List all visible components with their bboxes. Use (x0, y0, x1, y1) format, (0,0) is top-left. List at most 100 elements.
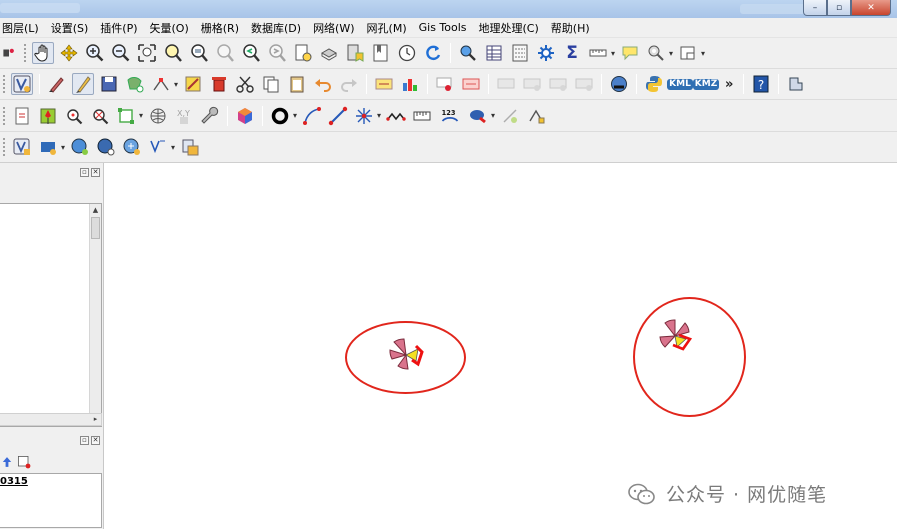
list-item[interactable]: 0315 (0, 474, 101, 487)
toggle-editing-pencil-icon[interactable] (72, 73, 94, 95)
scroll-up-arrow-icon[interactable]: ▲ (90, 204, 101, 216)
layers-horizontal-scrollbar[interactable]: ▸ (0, 413, 102, 426)
zoom-to-selection-icon[interactable] (162, 42, 184, 64)
circle-dropdown-icon[interactable]: ▾ (291, 111, 299, 120)
add-delimited-text-icon[interactable] (179, 136, 201, 158)
panel-float-button[interactable]: ▫ (80, 435, 89, 445)
move-up-icon[interactable] (0, 451, 14, 473)
georeference-icon[interactable] (115, 105, 137, 127)
cut-features-icon[interactable] (234, 73, 256, 95)
kmz-export-icon[interactable]: KMZ (692, 73, 720, 95)
label-rotate-icon[interactable] (547, 73, 569, 95)
vertex-tool-icon[interactable] (150, 73, 172, 95)
zoom-native-icon[interactable] (214, 42, 236, 64)
new-shapefile-icon[interactable] (11, 105, 33, 127)
globe-plugin-icon[interactable] (608, 73, 630, 95)
add-vector-tile-icon[interactable] (121, 136, 143, 158)
select-features-icon[interactable] (645, 42, 667, 64)
zoom-to-layer-icon[interactable] (188, 42, 210, 64)
add-xyz-icon[interactable] (147, 136, 169, 158)
python-console-icon[interactable] (643, 73, 665, 95)
new-map-view-icon[interactable] (292, 42, 314, 64)
toolbar-grip[interactable] (2, 105, 6, 126)
wms-dropdown-icon[interactable]: ▾ (59, 143, 67, 152)
add-wcs-icon[interactable] (95, 136, 117, 158)
map-canvas[interactable] (104, 163, 897, 529)
scroll-thumb[interactable] (91, 217, 100, 239)
zoom-full-icon[interactable] (136, 42, 158, 64)
menu-processing[interactable]: 地理处理(C) (473, 20, 545, 36)
label-show-hide-icon[interactable] (495, 73, 517, 95)
measure-dropdown-icon[interactable]: ▾ (609, 49, 617, 58)
xyz-dropdown-icon[interactable]: ▾ (169, 143, 177, 152)
deselect-dropdown-icon[interactable]: ▾ (699, 49, 707, 58)
add-wfs-icon[interactable] (69, 136, 91, 158)
current-edits-icon[interactable] (46, 73, 68, 95)
menu-gis-tools[interactable]: Gis Tools (413, 21, 473, 34)
snapping-dropdown-icon[interactable]: ▾ (489, 111, 497, 120)
toolbar-overflow-button[interactable]: » (725, 77, 733, 92)
zoom-in-icon[interactable] (84, 42, 106, 64)
layers-vertical-scrollbar[interactable]: ▲ ▼ (89, 204, 101, 426)
curve-xy-icon[interactable] (301, 105, 323, 127)
temporal-clock-icon[interactable] (396, 42, 418, 64)
menu-layer[interactable]: 图层(L) (0, 20, 45, 36)
star-dropdown-icon[interactable]: ▾ (375, 111, 383, 120)
paste-features-icon[interactable] (286, 73, 308, 95)
undo-icon[interactable] (312, 73, 334, 95)
georeference-dropdown-icon[interactable]: ▾ (137, 111, 145, 120)
menu-raster[interactable]: 栅格(R) (195, 20, 245, 36)
diagram-options-icon[interactable] (399, 73, 421, 95)
measure-icon[interactable] (587, 42, 609, 64)
remove-item-icon[interactable] (16, 451, 32, 473)
zoom-last-icon[interactable] (240, 42, 262, 64)
add-feature-icon[interactable] (124, 73, 146, 95)
label-move-icon[interactable] (521, 73, 543, 95)
vertex-dropdown-icon[interactable]: ▾ (172, 80, 180, 89)
pan-to-selection-icon[interactable] (58, 42, 80, 64)
scroll-right-arrow-icon[interactable]: ▸ (90, 414, 101, 425)
menu-mesh[interactable]: 网孔(M) (361, 20, 413, 36)
copy-features-icon[interactable] (260, 73, 282, 95)
new-layer-icon[interactable] (2, 42, 16, 64)
add-wms-icon[interactable] (37, 136, 59, 158)
help-icon[interactable]: ? (750, 73, 772, 95)
circle-ring-icon[interactable] (269, 105, 291, 127)
cube-3d-icon[interactable] (234, 105, 256, 127)
toolbar-grip[interactable] (23, 43, 27, 63)
layers-tree[interactable]: ▲ ▼ (0, 203, 102, 427)
topology-edit-icon[interactable] (525, 105, 547, 127)
xy-coordinate-icon[interactable]: X,Y (173, 105, 195, 127)
panel-close-button[interactable]: ✕ (91, 167, 100, 177)
label-pin-icon[interactable] (434, 73, 456, 95)
menu-plugins[interactable]: 插件(P) (94, 20, 143, 36)
menu-settings[interactable]: 设置(S) (45, 20, 95, 36)
identify-icon[interactable] (457, 42, 479, 64)
label-123-icon[interactable]: 123 (437, 105, 463, 127)
minimize-button[interactable]: – (803, 0, 827, 16)
add-star-points-icon[interactable] (353, 105, 375, 127)
deselect-icon[interactable] (677, 42, 699, 64)
select-dropdown-icon[interactable]: ▾ (667, 49, 675, 58)
close-button[interactable]: ✕ (851, 0, 891, 16)
menu-database[interactable]: 数据库(D) (245, 20, 307, 36)
site-sector-symbol-left[interactable] (388, 338, 428, 372)
toolbar-grip[interactable] (2, 74, 6, 94)
label-highlight-icon[interactable] (460, 73, 482, 95)
bookmark-new-icon[interactable] (344, 42, 366, 64)
plugin-manager-icon[interactable] (785, 73, 807, 95)
add-vector-icon[interactable] (11, 73, 33, 95)
modify-attributes-icon[interactable] (182, 73, 204, 95)
zoom-to-point-icon[interactable] (89, 105, 111, 127)
field-calculator-icon[interactable] (509, 42, 531, 64)
pan-hand-icon[interactable] (32, 42, 54, 64)
toolbar-grip[interactable] (2, 137, 6, 157)
attribute-table-icon[interactable] (483, 42, 505, 64)
save-edits-icon[interactable] (98, 73, 120, 95)
redo-icon[interactable] (338, 73, 360, 95)
web-globe-icon[interactable] (147, 105, 169, 127)
menu-vector[interactable]: 矢量(O) (144, 20, 195, 36)
bookmarks-icon[interactable] (370, 42, 392, 64)
settings-wrench-icon[interactable] (199, 105, 221, 127)
new-3d-view-icon[interactable] (318, 42, 340, 64)
